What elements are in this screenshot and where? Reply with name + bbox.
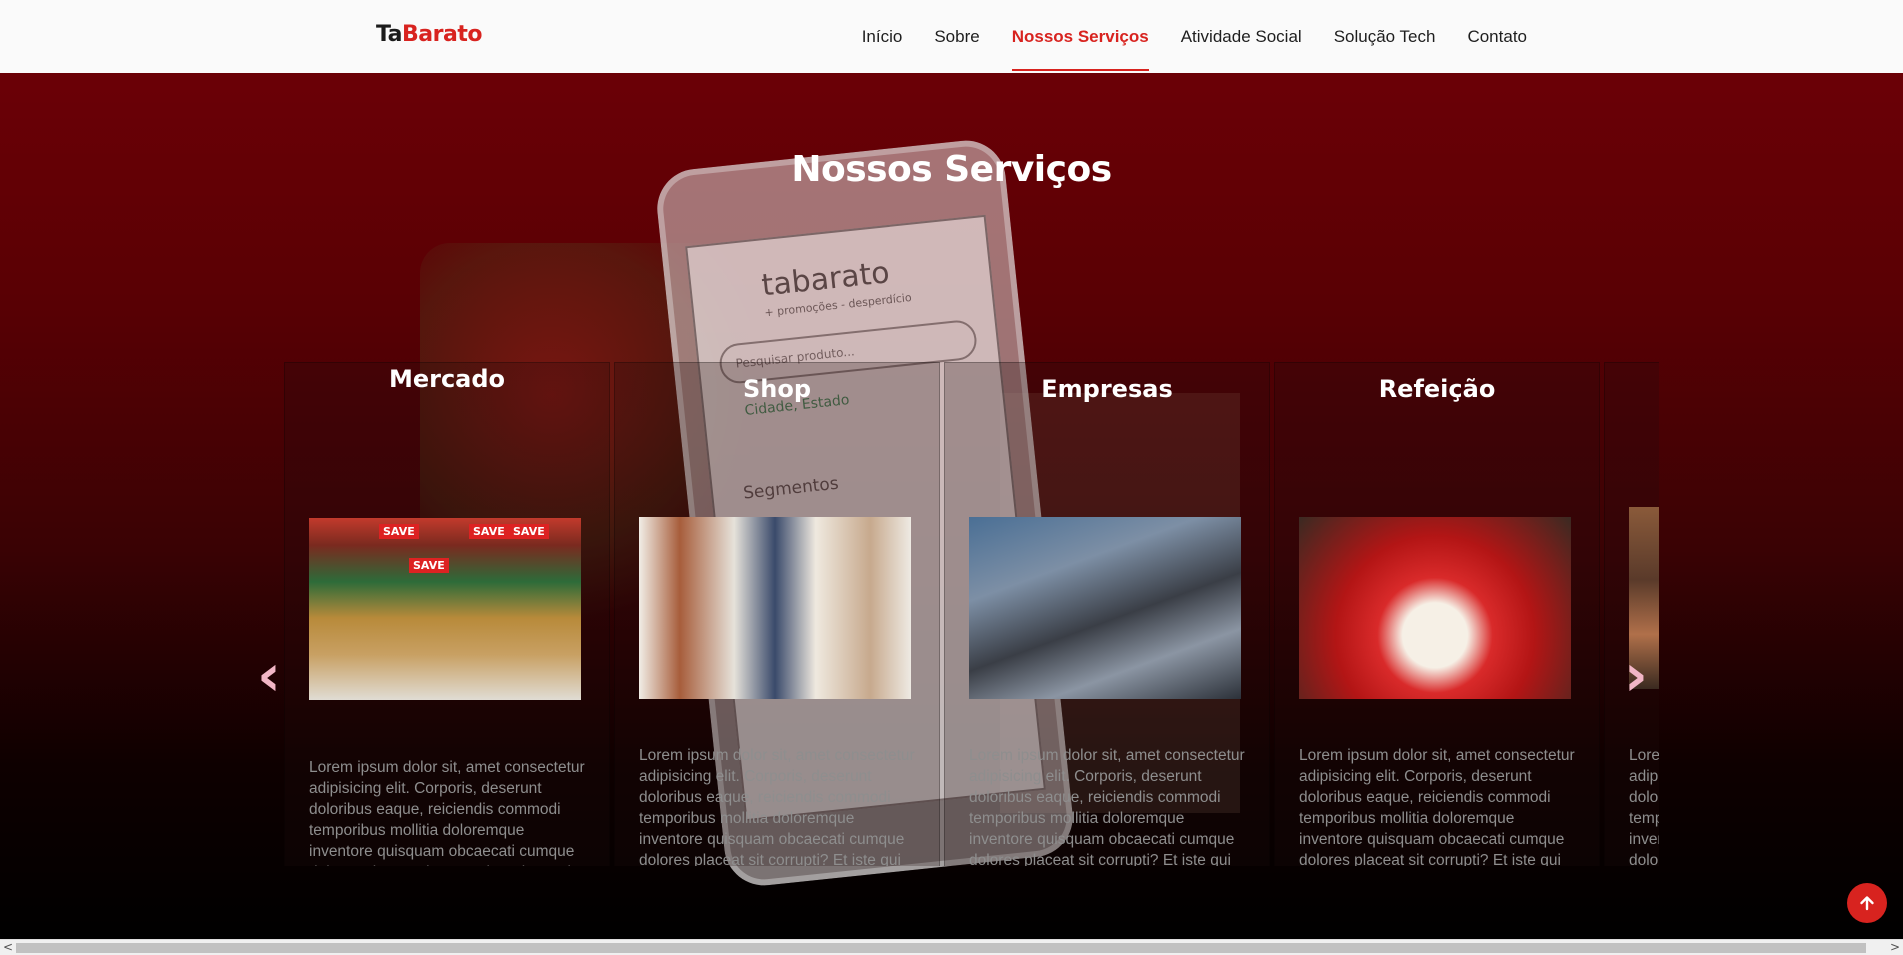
card-image-shop xyxy=(639,517,911,699)
scroll-right-icon[interactable]: > xyxy=(1887,940,1903,955)
main-nav: Início Sobre Nossos Serviços Atividade S… xyxy=(830,0,1527,73)
chevron-left-icon: ‹ xyxy=(257,641,281,709)
carousel-next-button[interactable]: › xyxy=(1624,646,1664,704)
services-carousel: Mercado SAVE SAVE SAVE SAVE Lorem ipsum … xyxy=(284,362,1659,866)
sign-label: SAVE xyxy=(409,558,449,573)
site-header: TaBarato Início Sobre Nossos Serviços At… xyxy=(0,0,1903,73)
scrollbar-thumb[interactable] xyxy=(16,943,1866,953)
card-description: Lorem ipsum dolor sit, amet consectetur … xyxy=(309,759,585,866)
card-title: Empresas xyxy=(1041,375,1173,403)
service-card-refeicao[interactable]: Refeição Lorem ipsum dolor sit, amet con… xyxy=(1274,362,1600,866)
card-title: Shop xyxy=(742,375,812,403)
arrow-up-icon xyxy=(1860,896,1874,911)
card-description: Lorem ipsum dolor sit, amet consectetur … xyxy=(969,747,1245,866)
logo-part-barato: Barato xyxy=(402,22,482,47)
nav-solucao-tech[interactable]: Solução Tech xyxy=(1334,0,1436,73)
sign-label: SAVE xyxy=(379,524,419,539)
card-image-mercado: SAVE SAVE SAVE SAVE xyxy=(309,518,581,700)
card-title: Refeição xyxy=(1378,375,1496,403)
sign-label: SAVE xyxy=(509,524,549,539)
nav-nossos-servicos[interactable]: Nossos Serviços xyxy=(1011,0,1149,73)
sign-label: SAVE xyxy=(469,524,509,539)
service-card-shop[interactable]: Shop Lorem ipsum dolor sit, amet consect… xyxy=(614,362,940,866)
carousel-prev-button[interactable]: ‹ xyxy=(257,646,297,704)
card-description: Lorem ipsum dolor sit, amet consectetur … xyxy=(639,747,915,866)
service-card-partial[interactable]: Lorem ipsum dolor sit, amet consectetur … xyxy=(1604,362,1659,866)
card-image-empresas xyxy=(969,517,1241,699)
horizontal-scrollbar[interactable]: < > xyxy=(0,939,1903,955)
back-to-top-button[interactable] xyxy=(1847,883,1887,923)
nav-atividade-social[interactable]: Atividade Social xyxy=(1181,0,1302,73)
card-image-refeicao xyxy=(1299,517,1571,699)
service-card-empresas[interactable]: Empresas Lorem ipsum dolor sit, amet con… xyxy=(944,362,1270,866)
chevron-right-icon: › xyxy=(1624,641,1648,709)
card-description: Lorem ipsum dolor sit, amet consectetur … xyxy=(1299,747,1575,866)
card-title: Mercado xyxy=(388,365,506,393)
scroll-left-icon[interactable]: < xyxy=(0,940,16,955)
nav-contato[interactable]: Contato xyxy=(1467,0,1527,73)
nav-inicio[interactable]: Início xyxy=(862,0,903,73)
logo[interactable]: TaBarato xyxy=(376,22,482,47)
service-card-mercado[interactable]: Mercado SAVE SAVE SAVE SAVE Lorem ipsum … xyxy=(284,362,610,866)
nav-sobre[interactable]: Sobre xyxy=(934,0,979,73)
section-title: Nossos Serviços xyxy=(791,149,1112,190)
card-description: Lorem ipsum dolor sit, amet consectetur … xyxy=(1629,747,1659,866)
logo-part-ta: Ta xyxy=(376,22,403,47)
